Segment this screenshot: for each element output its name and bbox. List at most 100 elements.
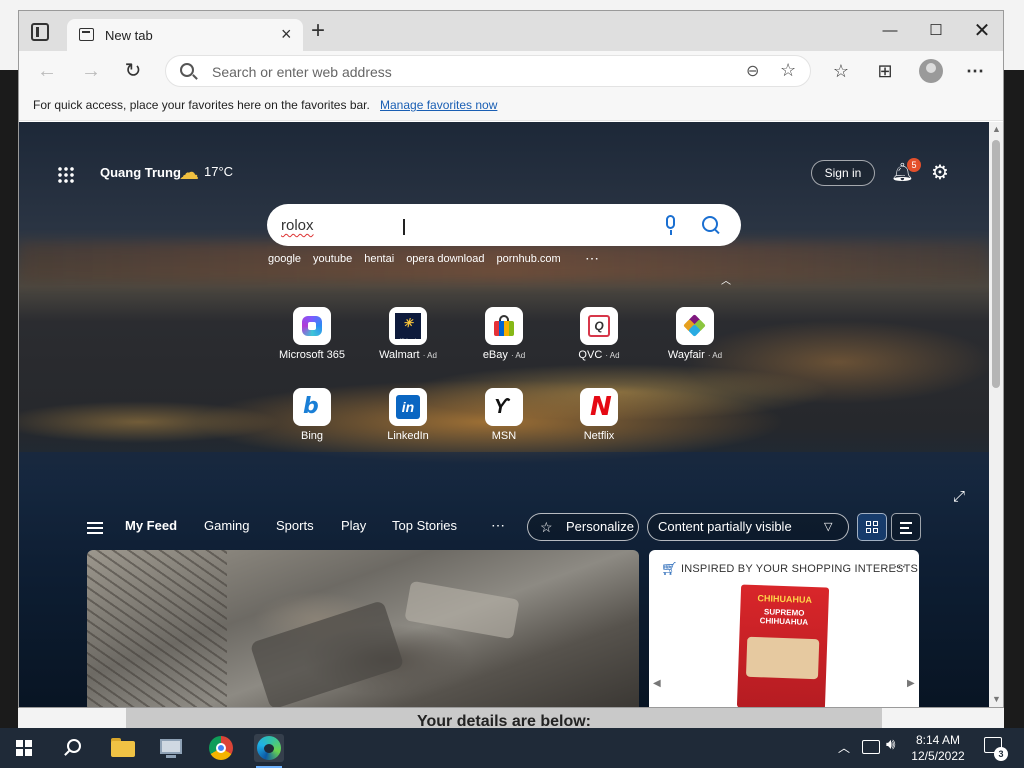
quick-link-tile: b <box>293 388 331 426</box>
notification-badge: 5 <box>907 158 921 172</box>
card-more-icon[interactable]: ⋯ <box>893 559 906 575</box>
quick-link-walmart[interactable]: ✳ Walmart Walmart · Ad <box>363 307 453 361</box>
trending-search-item[interactable]: opera download <box>406 253 484 269</box>
manage-favorites-link[interactable]: Manage favorites now <box>380 98 497 112</box>
trending-search-item[interactable]: hentai <box>364 253 394 269</box>
grid-cell <box>873 521 878 526</box>
trending-search-item[interactable]: youtube <box>313 253 352 269</box>
tab-sports[interactable]: Sports <box>276 518 314 533</box>
app-launcher-icon[interactable] <box>57 166 75 184</box>
minimize-button[interactable]: — <box>867 11 913 51</box>
weather-temperature[interactable]: 17°C <box>204 164 233 179</box>
product-window <box>745 636 820 680</box>
settings-gear-icon[interactable]: ⚙ <box>931 160 949 185</box>
rubble-shape <box>404 580 520 640</box>
file-explorer-icon[interactable] <box>108 734 138 762</box>
grid-layout-button[interactable] <box>857 513 887 541</box>
scroll-down-icon[interactable]: ▼ <box>992 694 1001 704</box>
chrome-icon[interactable] <box>206 734 236 762</box>
weather-location[interactable]: Quang Trung <box>100 165 181 180</box>
text-cursor <box>403 219 405 235</box>
sign-in-button[interactable]: Sign in <box>811 160 875 186</box>
news-card-image[interactable] <box>87 550 639 707</box>
list-line <box>900 527 909 529</box>
quick-link-msn[interactable]: ϒ MSN <box>459 388 549 442</box>
quick-link-label: eBay · Ad <box>482 349 526 361</box>
favorites-icon[interactable]: ☆ <box>829 59 853 83</box>
volume-icon[interactable]: 🔊︎ <box>886 736 895 753</box>
ebay-bag-icon <box>493 315 515 337</box>
feed-more-icon[interactable]: ⋯ <box>491 517 505 534</box>
collections-icon[interactable]: ⊞ <box>873 59 897 83</box>
microphone-icon[interactable] <box>661 215 681 237</box>
personalize-label: Personalize <box>566 519 634 534</box>
network-icon[interactable] <box>862 740 880 754</box>
back-button[interactable]: ← <box>33 59 61 83</box>
edge-browser-window: New tab × + — ☐ ✕ ← → ↻ Search or enter … <box>18 10 1004 708</box>
expand-background-icon[interactable]: ⤢ <box>953 488 965 505</box>
personalize-button[interactable]: ☆ Personalize <box>527 513 639 541</box>
forward-button[interactable]: → <box>77 59 105 83</box>
trending-more-icon[interactable]: ⋯ <box>585 250 599 267</box>
tab-top-stories[interactable]: Top Stories <box>392 518 457 533</box>
product-image[interactable]: CHIHUAHUA SUPREMO CHIHUAHUA <box>736 584 830 707</box>
new-tab-button[interactable]: + <box>311 19 325 43</box>
trending-search-item[interactable]: pornhub.com <box>496 253 560 269</box>
tab-close-icon[interactable]: × <box>281 24 292 44</box>
scrollbar-thumb[interactable] <box>992 140 1000 388</box>
favorites-bar-message: For quick access, place your favorites h… <box>33 98 370 112</box>
search-input[interactable]: rolox <box>281 217 314 234</box>
tab-my-feed[interactable]: My Feed <box>125 518 177 533</box>
netflix-icon: N <box>590 392 612 422</box>
quick-link-label: Wayfair · Ad <box>667 349 723 361</box>
maximize-button[interactable]: ☐ <box>913 11 959 51</box>
web-search-box[interactable]: rolox <box>267 204 741 246</box>
trending-search-item[interactable]: google <box>268 253 301 269</box>
tab-actions-icon[interactable] <box>31 23 49 41</box>
tab-play[interactable]: Play <box>341 518 366 533</box>
scroll-up-icon[interactable]: ▲ <box>992 124 1001 134</box>
action-center-badge: 3 <box>994 747 1008 761</box>
taskbar-clock[interactable]: 8:14 AM 12/5/2022 <box>906 732 970 764</box>
add-favorite-icon[interactable]: ☆ <box>780 60 796 81</box>
taskbar-search-icon[interactable] <box>64 739 81 755</box>
address-bar[interactable]: Search or enter web address ⊖ ☆ <box>165 55 811 87</box>
tab-gaming[interactable]: Gaming <box>204 518 250 533</box>
quick-link-bing[interactable]: b Bing <box>267 388 357 442</box>
cloud-moon-icon: ☁ <box>179 162 199 184</box>
tab-title: New tab <box>105 28 153 43</box>
quick-link-linkedin[interactable]: in LinkedIn <box>363 388 453 442</box>
page-scrollbar[interactable]: ▲ ▼ <box>989 122 1003 707</box>
quick-link-label: MSN <box>491 430 517 442</box>
content-visibility-dropdown[interactable]: Content partially visible ▽ <box>647 513 849 541</box>
start-windows-icon[interactable] <box>16 740 32 756</box>
carousel-next-icon[interactable]: ▶ <box>907 678 915 689</box>
tab-new-tab[interactable]: New tab × <box>67 19 303 51</box>
profile-icon[interactable] <box>919 59 943 83</box>
shopping-interests-card[interactable]: 🛒︎ INSPIRED BY YOUR SHOPPING INTERESTS ⋯… <box>649 550 919 707</box>
list-layout-button[interactable] <box>891 513 921 541</box>
quick-link-ebay[interactable]: eBay · Ad <box>459 307 549 361</box>
clock-date: 12/5/2022 <box>911 749 965 763</box>
quick-link-tile <box>485 307 523 345</box>
refresh-button[interactable]: ↻ <box>119 59 147 83</box>
remote-desktop-icon[interactable] <box>156 734 186 762</box>
wayfair-icon <box>683 314 706 337</box>
edge-icon[interactable] <box>254 734 284 768</box>
quick-link-qvc[interactable]: QVC · Ad <box>554 307 644 361</box>
quick-link-netflix[interactable]: N Netflix <box>554 388 644 442</box>
quick-link-wayfair[interactable]: Wayfair · Ad <box>650 307 740 361</box>
grid-cell <box>873 528 878 533</box>
address-placeholder: Search or enter web address <box>212 64 392 80</box>
quick-link-microsoft-365[interactable]: Microsoft 365 <box>267 307 357 361</box>
close-window-button[interactable]: ✕ <box>959 11 1003 51</box>
tray-overflow-chevron-icon[interactable]: ︿ <box>838 739 850 756</box>
feed-menu-icon[interactable] <box>87 522 103 534</box>
zoom-out-icon[interactable]: ⊖ <box>746 61 759 81</box>
carousel-prev-icon[interactable]: ◀ <box>653 678 661 689</box>
more-icon[interactable]: ⋯ <box>963 59 987 83</box>
search-icon <box>180 63 194 77</box>
collapse-chevron-icon[interactable]: ︿ <box>721 272 731 287</box>
bing-icon: b <box>303 394 319 419</box>
search-submit-icon[interactable] <box>701 215 721 235</box>
